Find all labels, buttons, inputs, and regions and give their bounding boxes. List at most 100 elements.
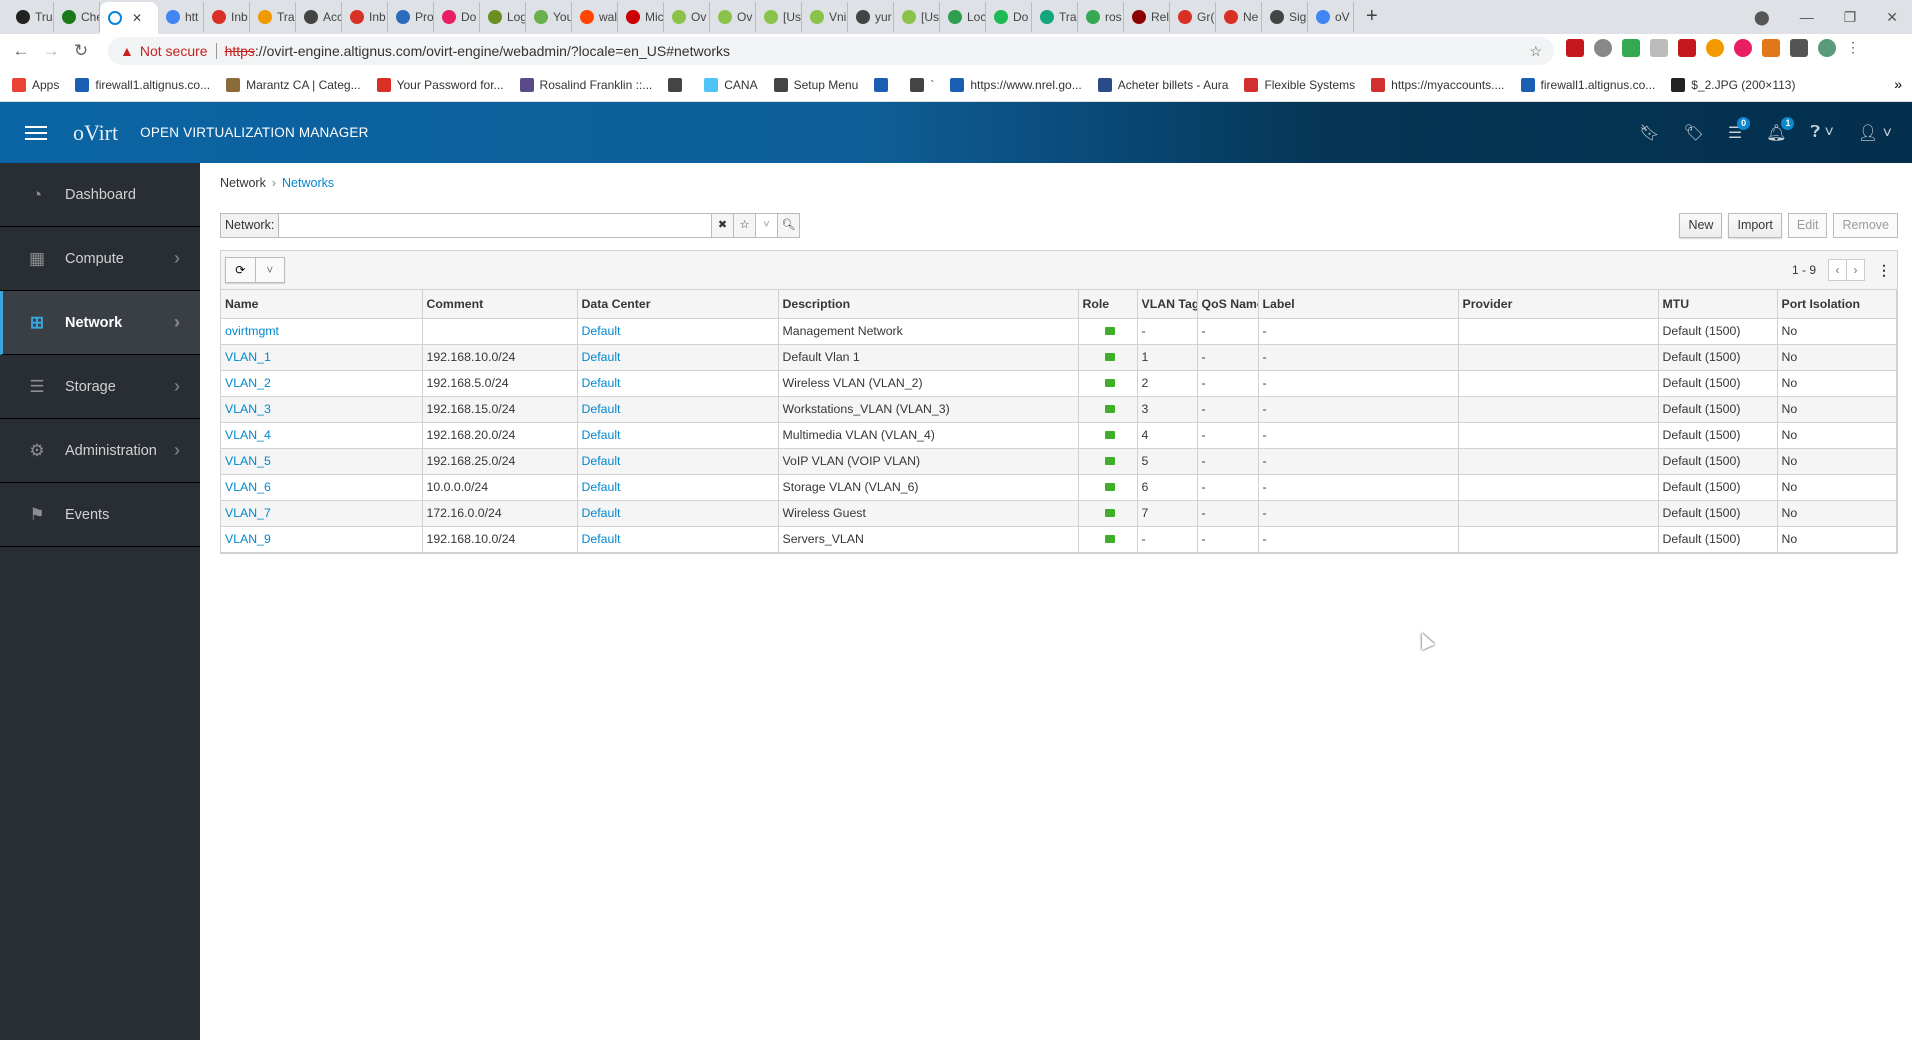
column-header[interactable]: Data Center: [577, 290, 779, 319]
browser-tab[interactable]: You: [526, 2, 572, 32]
data-center-link[interactable]: Default: [577, 318, 779, 345]
browser-tab[interactable]: Vni: [802, 2, 848, 32]
column-options-kebab-icon[interactable]: ⋮: [1877, 262, 1891, 279]
browser-tab[interactable]: wal: [572, 2, 618, 32]
reload-button[interactable]: ↻: [66, 41, 96, 61]
table-row[interactable]: VLAN_1 192.168.10.0/24 Default Default Vlan…: [221, 344, 1897, 371]
browser-tab[interactable]: Rel: [1124, 2, 1170, 32]
security-label[interactable]: Not secure: [140, 43, 217, 59]
remove-button[interactable]: Remove: [1833, 213, 1898, 238]
network-name-link[interactable]: VLAN_4: [221, 422, 423, 449]
search-icon[interactable]: 🔍︎: [777, 214, 799, 237]
browser-tab[interactable]: oV: [1308, 2, 1354, 32]
data-center-link[interactable]: Default: [577, 500, 779, 527]
bookmark-item[interactable]: Flexible Systems: [1244, 77, 1355, 92]
column-header[interactable]: Provider: [1458, 290, 1659, 319]
browser-tab[interactable]: Do: [434, 2, 480, 32]
bookmark-search-star-icon[interactable]: ☆: [733, 214, 755, 237]
prev-page-button[interactable]: ‹: [1828, 259, 1847, 281]
sidebar-item-administration[interactable]: ⚙ Administration ›: [0, 419, 200, 483]
tags-icon[interactable]: 🏷︎: [1684, 123, 1704, 143]
puzzle-extensions-icon[interactable]: [1790, 39, 1808, 57]
browser-tab[interactable]: Che: [54, 2, 100, 32]
browser-tab[interactable]: Tru: [8, 2, 54, 32]
network-name-link[interactable]: VLAN_9: [221, 526, 423, 553]
extension-icon[interactable]: [1706, 39, 1724, 57]
extension-icon[interactable]: [1650, 39, 1668, 57]
table-row[interactable]: VLAN_9 192.168.10.0/24 Default Servers_VLAN…: [221, 526, 1897, 553]
extension-icon[interactable]: [1566, 39, 1584, 57]
column-header[interactable]: Comment: [422, 290, 578, 319]
network-name-link[interactable]: VLAN_3: [221, 396, 423, 423]
browser-tab[interactable]: Loc: [940, 2, 986, 32]
back-button[interactable]: ←: [6, 41, 36, 61]
browser-tab[interactable]: [Us: [756, 2, 802, 32]
table-row[interactable]: ovirtmgmt Default Management Network - - - Def…: [221, 318, 1897, 345]
sidebar-item-storage[interactable]: ☰ Storage ›: [0, 355, 200, 419]
bookmark-item[interactable]: firewall1.altignus.co...: [1520, 77, 1655, 92]
url-input[interactable]: ▲ Not secure https ://ovirt-engine.altig…: [108, 37, 1554, 65]
bookmark-item[interactable]: https://www.nrel.go...: [950, 77, 1082, 92]
network-name-link[interactable]: VLAN_1: [221, 344, 423, 371]
bookmark-item[interactable]: Acheter billets - Aura: [1097, 77, 1228, 92]
bookmarks-overflow[interactable]: »: [1894, 76, 1902, 92]
new-tab-button[interactable]: +: [1366, 5, 1378, 28]
bookmark-item[interactable]: Your Password for...: [376, 77, 504, 92]
browser-tab[interactable]: Gr(: [1170, 2, 1216, 32]
column-header[interactable]: Port Isolation: [1777, 290, 1897, 319]
bookmark-item[interactable]: Apps: [12, 77, 59, 92]
browser-tab[interactable]: Acc: [296, 2, 342, 32]
search-input[interactable]: [279, 214, 711, 237]
table-row[interactable]: VLAN_4 192.168.20.0/24 Default Multimedia V…: [221, 422, 1897, 449]
close-window-button[interactable]: ✕: [1886, 9, 1898, 26]
network-name-link[interactable]: VLAN_6: [221, 474, 423, 501]
next-page-button[interactable]: ›: [1846, 259, 1865, 281]
table-row[interactable]: VLAN_6 10.0.0.0/24 Default Storage VLAN (VL…: [221, 474, 1897, 501]
bookmark-item[interactable]: Marantz CA | Categ...: [226, 77, 361, 92]
column-header[interactable]: VLAN Tag: [1137, 290, 1198, 319]
browser-tab[interactable]: Inb: [204, 2, 250, 32]
sidebar-item-network[interactable]: ⊞ Network ›: [0, 291, 200, 355]
browser-tab[interactable]: Tra: [250, 2, 296, 32]
column-header[interactable]: Description: [778, 290, 1079, 319]
new-button[interactable]: New: [1679, 213, 1723, 238]
profile-avatar[interactable]: [1818, 39, 1836, 57]
data-center-link[interactable]: Default: [577, 396, 779, 423]
bookmark-item[interactable]: https://myaccounts....: [1371, 77, 1505, 92]
data-center-link[interactable]: Default: [577, 344, 779, 371]
column-header[interactable]: Role: [1078, 290, 1138, 319]
data-center-link[interactable]: Default: [577, 370, 779, 397]
hamburger-menu-icon[interactable]: [25, 125, 47, 140]
network-name-link[interactable]: ovirtmgmt: [221, 318, 423, 345]
table-row[interactable]: VLAN_2 192.168.5.0/24 Default Wireless VLAN…: [221, 370, 1897, 397]
minimize-button[interactable]: —: [1800, 9, 1814, 25]
extension-icon[interactable]: [1622, 39, 1640, 57]
profile-menu-icon[interactable]: ⬤: [1754, 9, 1770, 26]
user-icon[interactable]: 👤︎ ˅: [1858, 123, 1892, 143]
search-dropdown-chevron-icon[interactable]: ˅: [755, 214, 777, 237]
browser-tab[interactable]: Ov: [710, 2, 756, 32]
bookmark-item[interactable]: firewall1.altignus.co...: [75, 77, 210, 92]
column-header[interactable]: QoS Name: [1197, 290, 1259, 319]
browser-tab[interactable]: yur: [848, 2, 894, 32]
data-center-link[interactable]: Default: [577, 448, 779, 475]
network-name-link[interactable]: VLAN_5: [221, 448, 423, 475]
import-button[interactable]: Import: [1728, 213, 1782, 238]
bookmark-item[interactable]: [874, 77, 894, 92]
column-header[interactable]: Name: [221, 290, 423, 319]
bookmark-star-icon[interactable]: ☆: [1529, 43, 1542, 60]
bookmark-item[interactable]: $_2.JPG (200×113): [1671, 77, 1795, 92]
browser-tab[interactable]: ✕: [100, 2, 158, 34]
column-header[interactable]: Label: [1258, 290, 1459, 319]
forward-button[interactable]: →: [36, 41, 66, 61]
data-center-link[interactable]: Default: [577, 526, 779, 553]
table-row[interactable]: VLAN_5 192.168.25.0/24 Default VoIP VLAN (V…: [221, 448, 1897, 475]
browser-tab[interactable]: Ne: [1216, 2, 1262, 32]
sidebar-item-dashboard[interactable]: ◔ Dashboard: [0, 163, 200, 227]
browser-tab[interactable]: Log: [480, 2, 526, 32]
bookmark-icon[interactable]: 🔖︎: [1639, 123, 1659, 143]
clear-search-icon[interactable]: ✖: [711, 214, 733, 237]
browser-tab[interactable]: htt: [158, 2, 204, 32]
data-center-link[interactable]: Default: [577, 474, 779, 501]
close-tab-icon[interactable]: ✕: [132, 11, 142, 25]
